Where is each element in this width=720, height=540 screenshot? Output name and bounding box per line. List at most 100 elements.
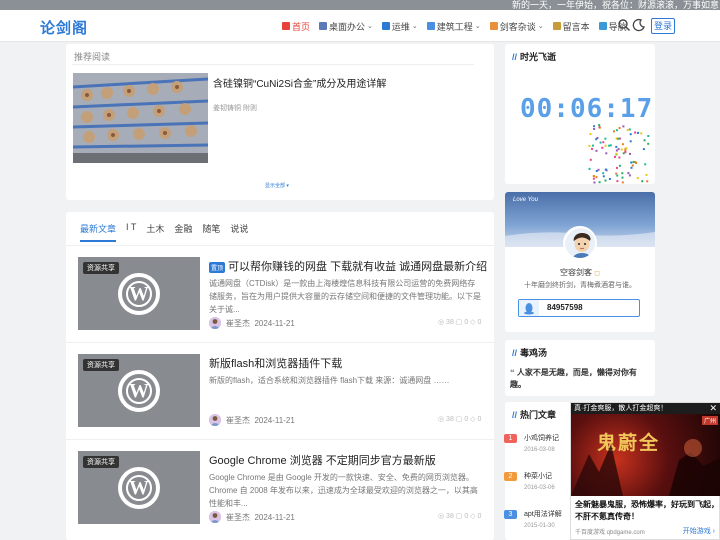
ops-icon	[381, 22, 390, 30]
nav-item-5[interactable]: 留言本	[552, 20, 590, 33]
site-logo[interactable]: 论剑阁	[40, 17, 88, 38]
nav-item-2[interactable]: 运维 ⌄	[381, 20, 418, 33]
particle	[616, 180, 619, 183]
article-date: 2024-11-21	[254, 512, 295, 522]
particle	[640, 132, 643, 135]
particle	[615, 129, 618, 132]
article-excerpt: Google Chrome 是由 Google 开发的一款快速、安全、免费的网页…	[209, 473, 478, 508]
particle	[604, 137, 607, 140]
chevron-down-icon: ⌄	[474, 23, 481, 30]
article-title[interactable]: Google Chrome 浏览器 不定期同步官方最新版	[209, 452, 436, 468]
article-author[interactable]: 崔圣杰 2024-11-21	[209, 317, 295, 329]
article-title[interactable]: 新版flash和浏览器插件下载	[209, 355, 342, 371]
show-more-link[interactable]: 显示全部 ▾	[66, 182, 488, 189]
particle	[604, 168, 607, 171]
profile-avatar[interactable]	[563, 226, 597, 260]
hot-post-item[interactable]: 1 小鸡饲养记 2016-03-08	[504, 433, 570, 459]
nav-label: 桌面办公	[329, 21, 366, 32]
hot-post-title[interactable]: 种菜小记	[524, 471, 552, 481]
chevron-down-icon: ⌄	[411, 23, 418, 30]
nav-label: 留言本	[562, 21, 590, 32]
particle	[595, 176, 598, 179]
close-icon[interactable]: ✕	[709, 403, 717, 414]
particle	[629, 133, 632, 136]
article-thumbnail[interactable]: 资源共享 W	[78, 257, 200, 330]
hot-post-item[interactable]: 2 种菜小记 2016-03-06	[504, 471, 570, 497]
particle	[598, 124, 601, 127]
search-icon[interactable]	[617, 18, 631, 32]
article-thumbnail[interactable]: 资源共享 W	[78, 354, 200, 427]
site-header: 论剑阁 首页 桌面办公 ⌄ 运维 ⌄ 建筑工程 ⌄ 剑客杂谈 ⌄ 留言本 导航 登录	[0, 10, 720, 42]
particle	[647, 142, 650, 145]
qq-number-field[interactable]: 84957598	[518, 299, 640, 317]
hot-post-date: 2015-01-30	[524, 523, 555, 529]
hot-post-title[interactable]: 小鸡饲养记	[524, 433, 559, 443]
particle	[589, 133, 592, 135]
ad-image[interactable]: 广州 鬼蔚全	[571, 414, 720, 496]
nav-label: 剑客杂谈	[499, 21, 536, 32]
building-icon	[426, 22, 435, 30]
particle	[621, 172, 624, 175]
article-thumbnail[interactable]: 资源共享 W	[78, 451, 200, 524]
particle	[647, 135, 650, 137]
particle	[636, 177, 639, 180]
particle	[595, 149, 598, 152]
quote-text: ❝ 人家不是无趣，而是，懒得对你有趣。	[510, 368, 637, 389]
divider	[66, 439, 496, 440]
particle	[604, 179, 607, 182]
particle	[621, 181, 624, 184]
particle	[645, 173, 648, 176]
article-date: 2024-11-21	[254, 318, 295, 328]
article-author[interactable]: 崔圣杰 2024-11-21	[209, 511, 295, 523]
particle	[618, 137, 621, 140]
particle	[605, 152, 608, 155]
article-author[interactable]: 崔圣杰 2024-11-21	[209, 414, 295, 426]
tab-3[interactable]: 金融	[174, 222, 192, 242]
particle	[598, 126, 601, 129]
particle	[615, 145, 618, 148]
hot-post-date: 2016-03-06	[524, 485, 555, 491]
author-avatar	[209, 317, 221, 329]
chevron-down-icon: ⌄	[537, 23, 544, 30]
particle	[608, 144, 611, 147]
particle	[621, 176, 624, 179]
particle	[634, 161, 637, 164]
particle	[602, 175, 605, 178]
particle	[643, 139, 646, 142]
article-date: 2024-11-21	[254, 415, 295, 425]
hot-post-item[interactable]: 3 apt用法详解 2015-01-30	[504, 509, 570, 535]
article-stats: ◎ 38 ▢ 0 ◇ 0	[438, 513, 482, 520]
tab-0[interactable]: 最新文章	[80, 222, 117, 242]
login-button[interactable]: 登录	[651, 18, 675, 34]
clock-title: //时光飞逝	[512, 52, 557, 62]
divider	[66, 342, 496, 343]
particle	[592, 175, 595, 178]
particle	[622, 125, 625, 128]
recommend-headline[interactable]: 含硅镍铜“CuNi2Si合金”成分及用途详解	[213, 75, 386, 90]
hot-post-title[interactable]: apt用法详解	[524, 509, 562, 519]
nav-item-0[interactable]: 首页	[282, 20, 310, 33]
particle	[599, 141, 602, 144]
tab-2[interactable]: 土木	[146, 222, 164, 242]
tab-4[interactable]: 随笔	[202, 222, 220, 242]
tab-5[interactable]: 说说	[230, 222, 248, 242]
start-game-button[interactable]: 开始游戏 ›	[683, 526, 715, 536]
nav-item-3[interactable]: 建筑工程 ⌄	[426, 20, 481, 33]
nav-item-1[interactable]: 桌面办公 ⌄	[319, 20, 373, 33]
nav-item-4[interactable]: 剑客杂谈 ⌄	[489, 20, 544, 33]
author-avatar	[209, 511, 221, 523]
particle	[588, 167, 591, 170]
divider	[66, 245, 496, 246]
recommend-thumbnail[interactable]	[73, 73, 208, 163]
profile-name: 空容剑客 ◻	[559, 268, 601, 277]
dark-mode-icon[interactable]	[632, 18, 646, 32]
quote-mark-icon: ❝	[510, 368, 517, 377]
particle	[614, 155, 616, 158]
particle-decoration	[588, 124, 650, 184]
profile-bio: 十年磨剑终折剑，青梅煮酒君与谁。	[524, 282, 636, 289]
particle	[646, 180, 649, 183]
tab-1[interactable]: I T	[126, 222, 136, 242]
ad-popup[interactable]: 真·打金爽服，散人打金超爽！ ✕ 广州 鬼蔚全 全新魅暴鬼服，恐怖爆率，好玩到飞…	[570, 402, 720, 540]
article-title[interactable]: 置顶 可以帮你赚钱的网盘 下载就有收益 诚通网盘最新介绍	[209, 258, 487, 274]
guestbook-icon	[552, 22, 561, 30]
